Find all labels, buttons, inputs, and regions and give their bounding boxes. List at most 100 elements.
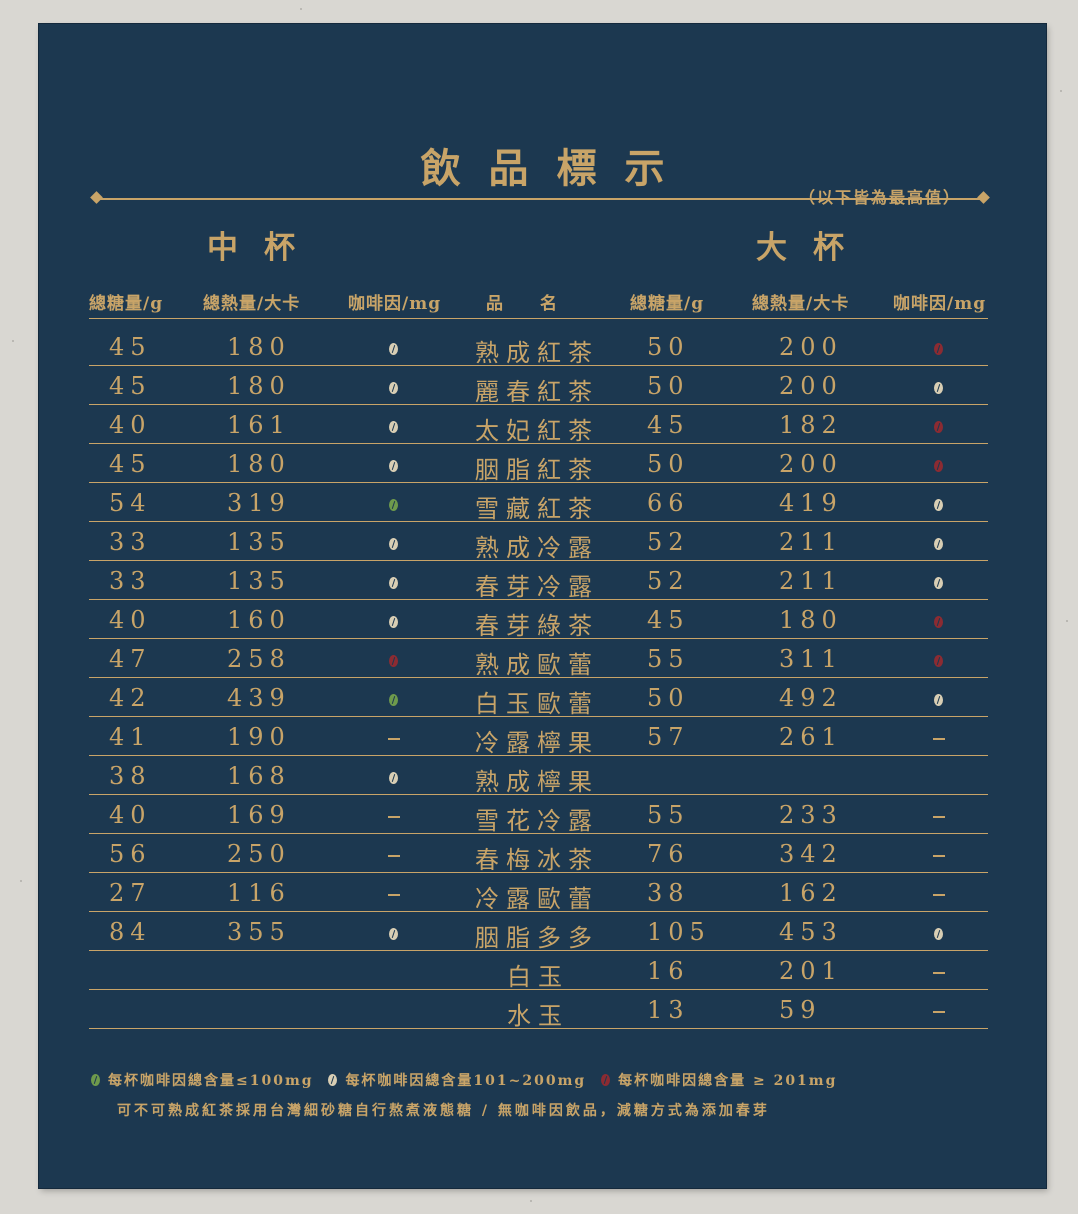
large-sugar: 55 — [647, 645, 690, 673]
medium-sugar: 40 — [109, 606, 152, 634]
table-row: 白玉 16 201 — [89, 951, 988, 991]
no-caffeine-dash — [933, 972, 945, 974]
bean-red-icon — [601, 1074, 611, 1086]
drink-name: 熟成歐蕾 — [475, 651, 599, 679]
large-sugar: 76 — [647, 840, 690, 868]
drink-name: 春芽綠茶 — [475, 612, 599, 640]
coffee-bean-icon — [389, 499, 398, 511]
large-calories: 180 — [779, 606, 843, 634]
coffee-bean-icon — [389, 772, 398, 784]
medium-calories: 319 — [227, 489, 291, 517]
large-sugar: 50 — [647, 450, 690, 478]
coffee-bean-icon — [389, 382, 398, 394]
coffee-bean-icon — [934, 538, 943, 550]
coffee-bean-icon — [389, 694, 398, 706]
medium-calories: 258 — [227, 645, 291, 673]
coffee-bean-icon — [389, 538, 398, 550]
medium-sugar: 45 — [109, 372, 152, 400]
medium-calories: 135 — [227, 567, 291, 595]
legend-item-mid: 每杯咖啡因總含量101~200mg — [328, 1073, 586, 1089]
large-calories: 162 — [779, 879, 843, 907]
drink-name: 熟成檸果 — [475, 768, 599, 796]
medium-sugar: 27 — [109, 879, 152, 907]
large-calories: 211 — [779, 567, 843, 595]
header-medium-caffeine: 咖啡因/mg — [348, 294, 442, 314]
large-sugar: 52 — [647, 567, 690, 595]
large-calories: 200 — [779, 372, 843, 400]
table-row: 41 190 冷露檸果 57 261 — [89, 717, 988, 757]
drink-name: 太妃紅茶 — [475, 417, 599, 445]
table-row: 水玉 13 59 — [89, 990, 988, 1030]
no-caffeine-dash — [933, 894, 945, 896]
table-row: 42 439 白玉歐蕾 50 492 — [89, 678, 988, 718]
legend-item-low: 每杯咖啡因總含量≤100mg — [91, 1073, 314, 1089]
drink-name: 雪藏紅茶 — [475, 495, 599, 523]
drink-name: 胭脂紅茶 — [475, 456, 599, 484]
medium-calories: 180 — [227, 450, 291, 478]
table-row: 40 169 雪花冷露 55 233 — [89, 795, 988, 835]
menu-board: 飲品標示 （以下皆為最高值） 中杯 大杯 總糖量/g 總熱量/大卡 咖啡因/mg… — [39, 24, 1046, 1188]
title-divider — [96, 198, 984, 200]
medium-calories: 168 — [227, 762, 291, 790]
large-calories: 211 — [779, 528, 843, 556]
no-caffeine-dash — [933, 816, 945, 818]
medium-sugar: 45 — [109, 333, 152, 361]
large-sugar: 66 — [647, 489, 690, 517]
drink-name: 熟成紅茶 — [475, 339, 599, 367]
medium-sugar: 56 — [109, 840, 152, 868]
medium-sugar: 40 — [109, 801, 152, 829]
header-large-sugar: 總糖量/g — [630, 294, 705, 314]
coffee-bean-icon — [934, 421, 943, 433]
coffee-bean-icon — [934, 460, 943, 472]
medium-sugar: 42 — [109, 684, 152, 712]
large-sugar: 105 — [647, 918, 711, 946]
large-calories: 492 — [779, 684, 843, 712]
coffee-bean-icon — [934, 343, 943, 355]
large-sugar: 50 — [647, 333, 690, 361]
drink-name: 春芽冷露 — [475, 573, 599, 601]
drink-table: 45 180 熟成紅茶 50 200 45 180 麗春紅茶 50 200 40 161 太妃紅茶 45 1… — [89, 327, 988, 1030]
large-sugar: 38 — [647, 879, 690, 907]
drink-name: 白玉歐蕾 — [475, 690, 599, 718]
drink-name: 冷露檸果 — [475, 729, 599, 757]
large-sugar: 50 — [647, 684, 690, 712]
table-row: 33 135 春芽冷露 52 211 — [89, 561, 988, 601]
table-row: 38 168 熟成檸果 — [89, 756, 988, 796]
section-large: 大杯 — [756, 230, 870, 266]
coffee-bean-icon — [389, 616, 398, 628]
large-sugar: 16 — [647, 957, 690, 985]
no-caffeine-dash — [388, 855, 400, 857]
coffee-bean-icon — [389, 343, 398, 355]
drink-name: 麗春紅茶 — [475, 378, 599, 406]
drink-name: 冷露歐蕾 — [475, 885, 599, 913]
medium-calories: 250 — [227, 840, 291, 868]
max-value-note: （以下皆為最高值） — [799, 184, 961, 208]
coffee-bean-icon — [389, 655, 398, 667]
header-medium-sugar: 總糖量/g — [89, 294, 164, 314]
medium-calories: 160 — [227, 606, 291, 634]
medium-sugar: 33 — [109, 528, 152, 556]
no-caffeine-dash — [933, 738, 945, 740]
large-calories: 200 — [779, 333, 843, 361]
medium-sugar: 45 — [109, 450, 152, 478]
caffeine-legend: 每杯咖啡因總含量≤100mg 每杯咖啡因總含量101~200mg 每杯咖啡因總含… — [91, 1070, 845, 1090]
large-calories: 419 — [779, 489, 843, 517]
table-row: 54 319 雪藏紅茶 66 419 — [89, 483, 988, 523]
table-row: 45 180 熟成紅茶 50 200 — [89, 327, 988, 367]
header-medium-calories: 總熱量/大卡 — [203, 294, 301, 314]
header-large-calories: 總熱量/大卡 — [752, 294, 850, 314]
medium-calories: 161 — [227, 411, 291, 439]
drink-name: 白玉 — [507, 963, 569, 991]
drink-name: 熟成冷露 — [475, 534, 599, 562]
coffee-bean-icon — [934, 499, 943, 511]
bean-green-icon — [91, 1074, 100, 1086]
medium-calories: 180 — [227, 333, 291, 361]
large-sugar: 57 — [647, 723, 690, 751]
medium-calories: 169 — [227, 801, 291, 829]
coffee-bean-icon — [934, 655, 943, 667]
large-calories: 59 — [779, 996, 822, 1024]
large-calories: 233 — [779, 801, 843, 829]
large-calories: 200 — [779, 450, 843, 478]
medium-calories: 190 — [227, 723, 291, 751]
coffee-bean-icon — [389, 421, 398, 433]
